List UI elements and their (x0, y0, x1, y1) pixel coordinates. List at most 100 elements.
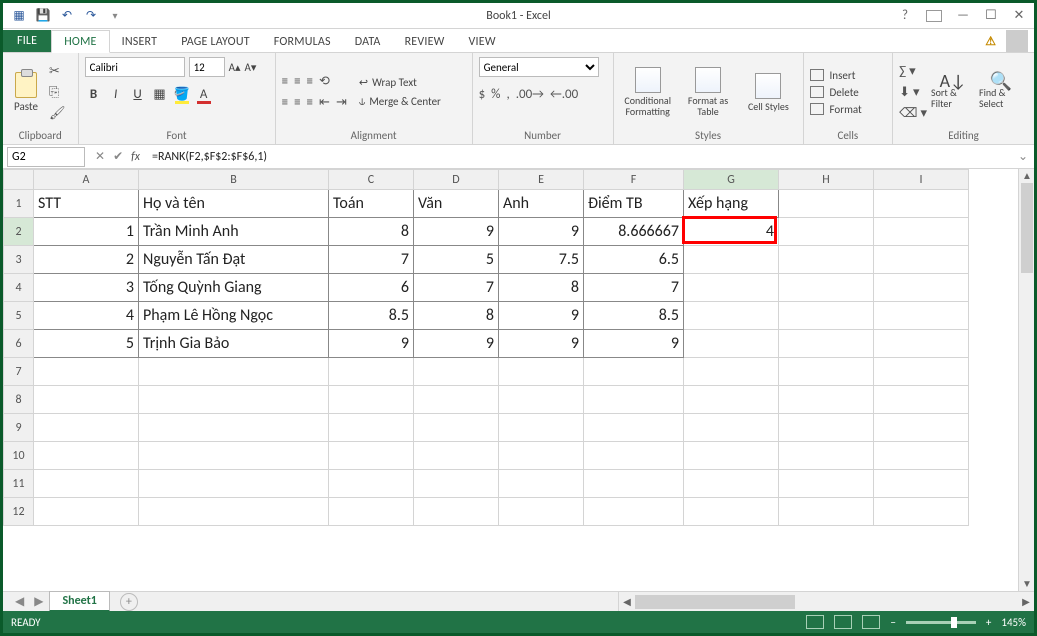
cell[interactable] (874, 470, 969, 498)
cell[interactable] (139, 498, 329, 526)
page-break-view-icon[interactable] (862, 615, 880, 629)
copy-icon[interactable]: ⎘ (49, 85, 66, 100)
cell[interactable] (684, 442, 779, 470)
paste-button[interactable]: Paste (9, 72, 43, 113)
cell[interactable] (329, 442, 414, 470)
cell[interactable]: Xếp hạng (684, 190, 779, 218)
cell[interactable]: 6.5 (584, 246, 684, 274)
cell[interactable] (874, 246, 969, 274)
page-layout-view-icon[interactable] (834, 615, 852, 629)
cell[interactable] (684, 330, 779, 358)
conditional-formatting-button[interactable]: Conditional Formatting (620, 67, 676, 117)
cell[interactable] (584, 414, 684, 442)
cell[interactable] (779, 218, 874, 246)
row-header[interactable]: 11 (4, 470, 34, 498)
decrease-indent-icon[interactable]: ⇤ (319, 95, 330, 110)
row-header[interactable]: 6 (4, 330, 34, 358)
cell[interactable] (499, 358, 584, 386)
cell[interactable] (34, 442, 139, 470)
font-size-input[interactable] (189, 57, 225, 77)
zoom-in-icon[interactable]: + (986, 616, 991, 629)
align-left-icon[interactable]: ≡ (282, 95, 288, 110)
font-name-input[interactable] (85, 57, 185, 77)
cell[interactable] (34, 386, 139, 414)
sheet-nav-prev-icon[interactable]: ◀ (11, 594, 28, 609)
cell[interactable] (684, 470, 779, 498)
cell[interactable]: 9 (499, 218, 584, 246)
underline-button[interactable]: U (129, 87, 147, 102)
cell[interactable] (779, 386, 874, 414)
maximize-icon[interactable]: ☐ (984, 8, 998, 23)
cell[interactable] (779, 246, 874, 274)
cell[interactable]: 8.5 (584, 302, 684, 330)
cell[interactable] (779, 358, 874, 386)
tab-insert[interactable]: INSERT (110, 31, 170, 52)
column-header[interactable]: B (139, 170, 329, 190)
cell[interactable]: 7 (414, 274, 499, 302)
cell[interactable] (34, 470, 139, 498)
cut-icon[interactable]: ✂ (49, 64, 66, 79)
cell[interactable] (414, 442, 499, 470)
cell[interactable] (34, 358, 139, 386)
row-header[interactable]: 1 (4, 190, 34, 218)
cell[interactable]: 9 (414, 330, 499, 358)
cell[interactable]: Anh (499, 190, 584, 218)
column-header[interactable]: C (329, 170, 414, 190)
cell[interactable]: 9 (329, 330, 414, 358)
decrease-font-icon[interactable]: A▾ (244, 61, 256, 74)
cell[interactable] (684, 358, 779, 386)
cell[interactable] (874, 330, 969, 358)
bold-button[interactable]: B (85, 87, 103, 102)
cell[interactable] (329, 498, 414, 526)
qat-customize-icon[interactable]: ▾ (107, 8, 123, 24)
fill-icon[interactable]: ⬇ ▾ (899, 85, 927, 100)
cell[interactable]: 5 (414, 246, 499, 274)
tab-formulas[interactable]: FORMULAS (262, 31, 343, 52)
autosum-icon[interactable]: ∑ ▾ (899, 64, 927, 79)
vertical-scrollbar[interactable]: ▲ ▼ (1018, 169, 1034, 591)
cell[interactable] (779, 330, 874, 358)
cell[interactable]: 8 (414, 302, 499, 330)
row-header[interactable]: 2 (4, 218, 34, 246)
scroll-up-icon[interactable]: ▲ (1019, 169, 1034, 183)
cell[interactable] (499, 470, 584, 498)
row-header[interactable]: 7 (4, 358, 34, 386)
align-right-icon[interactable]: ≡ (307, 95, 313, 110)
format-painter-icon[interactable]: 🖌 (49, 106, 66, 121)
zoom-slider[interactable] (906, 621, 976, 624)
cell[interactable] (329, 386, 414, 414)
cell[interactable] (499, 386, 584, 414)
cell[interactable] (139, 442, 329, 470)
cell[interactable] (584, 442, 684, 470)
minimize-icon[interactable]: — (956, 8, 970, 23)
column-header[interactable]: F (584, 170, 684, 190)
cell[interactable] (414, 498, 499, 526)
cell[interactable] (874, 218, 969, 246)
cell[interactable] (139, 470, 329, 498)
horizontal-scroll-thumb[interactable] (635, 595, 795, 609)
cell[interactable]: 5 (34, 330, 139, 358)
insert-function-icon[interactable]: fx (131, 150, 140, 164)
increase-indent-icon[interactable]: ⇥ (336, 95, 347, 110)
close-icon[interactable]: ✕ (1012, 8, 1026, 23)
clear-icon[interactable]: ⌫ ▾ (899, 106, 927, 121)
cell[interactable] (139, 386, 329, 414)
ribbon-options-icon[interactable] (926, 10, 942, 22)
row-header[interactable]: 10 (4, 442, 34, 470)
new-sheet-button[interactable]: + (120, 593, 138, 611)
tab-page-layout[interactable]: PAGE LAYOUT (169, 31, 262, 52)
cell[interactable] (329, 358, 414, 386)
cell[interactable] (874, 498, 969, 526)
cell[interactable] (684, 302, 779, 330)
warning-icon[interactable]: ⚠ (985, 34, 996, 49)
cell[interactable] (684, 274, 779, 302)
insert-cells-button[interactable]: Insert (810, 69, 862, 82)
fill-color-button[interactable]: 🪣 (173, 87, 191, 102)
save-icon[interactable]: 💾 (35, 8, 51, 24)
cell[interactable]: Trịnh Gia Bảo (139, 330, 329, 358)
cell[interactable] (779, 302, 874, 330)
cell[interactable]: Văn (414, 190, 499, 218)
cell[interactable]: 1 (34, 218, 139, 246)
cell[interactable] (684, 246, 779, 274)
undo-icon[interactable]: ↶ (59, 8, 75, 24)
